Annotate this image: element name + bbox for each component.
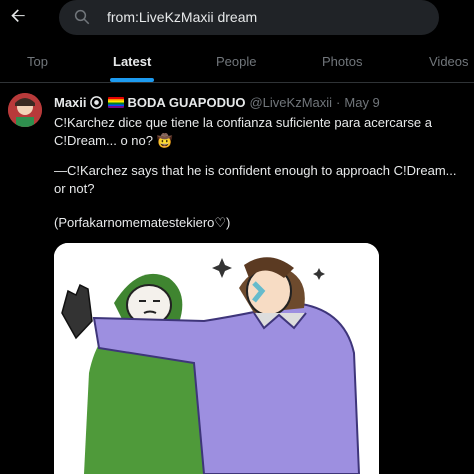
author-handle[interactable]: @LiveKzMaxii xyxy=(249,95,332,110)
tab-people[interactable]: People xyxy=(216,54,256,69)
display-name-suffix[interactable]: BODA GUAPODUO xyxy=(128,95,246,110)
tweet-text-spanish: C!Karchez dice que tiene la confianza su… xyxy=(54,115,432,148)
tab-photos[interactable]: Photos xyxy=(322,54,362,69)
verified-icon xyxy=(89,96,103,109)
tab-top[interactable]: Top xyxy=(27,54,48,69)
tab-latest[interactable]: Latest xyxy=(113,54,151,69)
search-input[interactable]: from:LiveKzMaxii dream xyxy=(59,0,439,35)
author-name[interactable]: Maxii xyxy=(54,95,87,110)
tab-videos[interactable]: Videos xyxy=(429,54,469,69)
search-tabs: Top Latest People Photos Videos xyxy=(0,44,474,82)
divider xyxy=(0,82,474,83)
tweet-text-note: (Porfakarnomematestekiero♡) xyxy=(54,215,231,230)
rainbow-flag-icon xyxy=(107,97,124,108)
tweet-date[interactable]: May 9 xyxy=(344,95,379,110)
top-bar: from:LiveKzMaxii dream xyxy=(0,0,474,36)
avatar[interactable] xyxy=(8,93,42,127)
arrow-left-icon[interactable] xyxy=(8,6,28,26)
separator-dot: · xyxy=(336,95,341,110)
tweet-image[interactable] xyxy=(54,243,379,474)
tweet-header: Maxii BODA GUAPODUO @LiveKzMaxii · May 9 xyxy=(54,95,380,110)
search-query: from:LiveKzMaxii dream xyxy=(107,9,258,25)
tweet-text-english: —C!Karchez says that he is confident eno… xyxy=(54,163,457,196)
search-icon xyxy=(74,9,90,25)
